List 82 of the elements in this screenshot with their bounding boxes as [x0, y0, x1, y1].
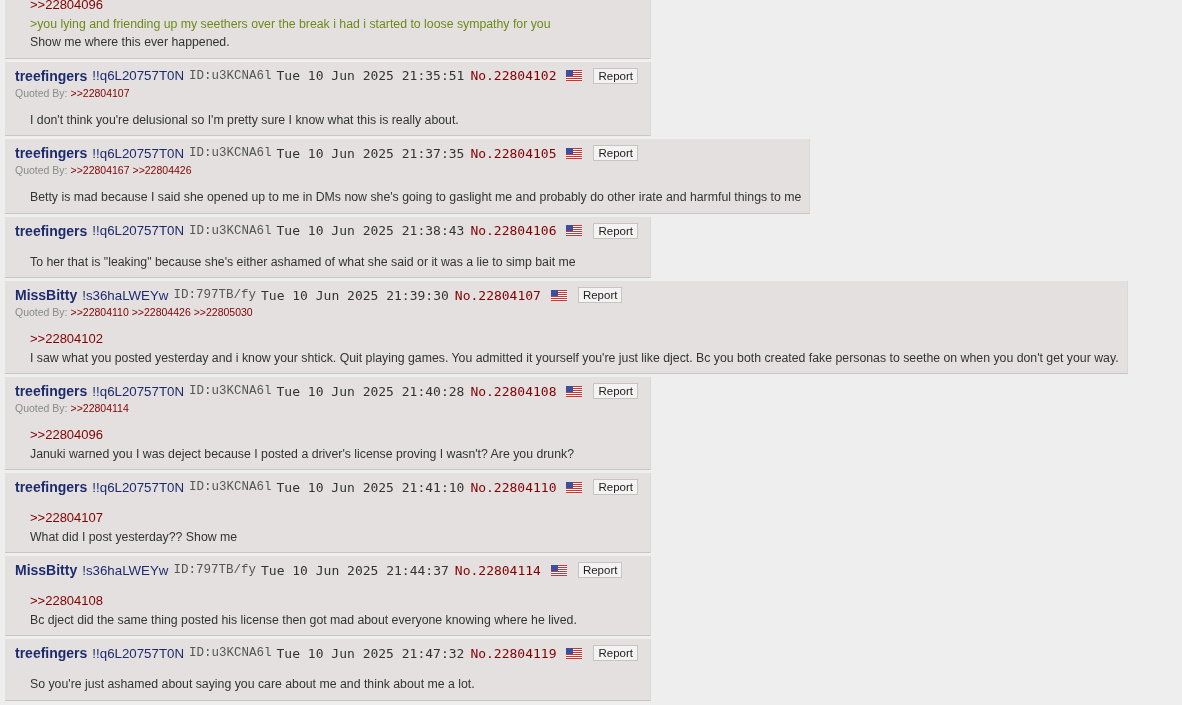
report-button[interactable]: Report: [593, 479, 638, 495]
quoted-by-label: Quoted By:: [15, 306, 68, 318]
post-text: What did I post yesterday?? Show me: [30, 528, 239, 546]
post-number-link[interactable]: No.22804106: [470, 223, 557, 238]
poster-id: ID:797TB/fy: [173, 563, 256, 577]
flag-icon: [566, 225, 583, 236]
poster-name: treefingers: [15, 383, 88, 399]
post-text: I don't think you're delusional so I'm pretty sure I know what this is really about.: [30, 111, 460, 129]
flag-icon: [550, 564, 567, 576]
post-date: Tue 10 Jun 2025 21:44:37: [261, 562, 449, 578]
poster-id: ID:u3KCNA6l: [189, 68, 272, 83]
flag-icon: [566, 147, 583, 159]
post-date: Tue 10 Jun 2025 21:39:30: [261, 287, 449, 303]
report-button[interactable]: Report: [593, 222, 638, 239]
poster-name: MissBitty: [15, 287, 78, 303]
backlink[interactable]: >>22804426: [131, 306, 191, 318]
tripcode: !!q6L20757T0N: [92, 145, 185, 161]
flag-icon: [550, 289, 567, 301]
post-number-link[interactable]: No.22804119: [470, 645, 557, 661]
post-number-link[interactable]: No.22804107: [454, 287, 541, 303]
report-button[interactable]: Report: [593, 145, 638, 161]
report-button[interactable]: Report: [593, 383, 638, 399]
quoted-by-label: Quoted By:: [15, 164, 68, 176]
post-text: So you're just ashamed about saying you care about me and think about me a lot.: [30, 676, 476, 693]
post-date: Tue 10 Jun 2025 21:37:35: [276, 145, 465, 161]
poster-name: MissBitty: [15, 562, 78, 578]
tripcode: !!q6L20757T0N: [92, 223, 185, 238]
report-button[interactable]: Report: [577, 287, 623, 303]
report-button[interactable]: Report: [577, 562, 623, 578]
poster-name: treefingers: [15, 67, 88, 84]
post-text: To her that is "leaking" because she's either ashamed of what she said or it was a lie to simp bait me: [30, 253, 577, 271]
flag-icon: [566, 385, 583, 397]
post-text: I saw what you posted yesterday and i know your shtick. Quit playing games. You admitted it yourself you're just like dject. Bc you both created fake personas to seethe on when you don't get your way.: [30, 349, 1119, 367]
poster-name: treefingers: [15, 479, 88, 495]
quote-link[interactable]: >>22804108: [30, 592, 642, 611]
post-number-link[interactable]: No.22804105: [470, 145, 557, 161]
report-button[interactable]: Report: [593, 645, 638, 661]
tripcode: !s36haLWEYw: [82, 287, 169, 303]
post-date: Tue 10 Jun 2025 21:35:51: [276, 68, 465, 83]
post-number-link[interactable]: No.22804108: [470, 383, 557, 399]
poster-id: ID:797TB/fy: [173, 288, 256, 302]
post-number-link[interactable]: No.22804114: [454, 562, 541, 578]
tripcode: !!q6L20757T0N: [92, 68, 185, 83]
poster-name: treefingers: [15, 145, 88, 161]
tripcode: !s36haLWEYw: [82, 562, 169, 578]
poster-name: treefingers: [15, 222, 88, 239]
post-date: Tue 10 Jun 2025 21:38:43: [276, 223, 465, 238]
quoted-by-label: Quoted By:: [15, 402, 68, 414]
poster-id: ID:u3KCNA6l: [189, 146, 272, 160]
poster-name: treefingers: [15, 645, 88, 661]
poster-id: ID:u3KCNA6l: [189, 223, 272, 238]
flag-icon: [566, 647, 583, 659]
backlink[interactable]: >>22804107: [70, 86, 130, 99]
tripcode: !!q6L20757T0N: [92, 645, 185, 661]
poster-id: ID:u3KCNA6l: [189, 480, 272, 494]
quoted-by-label: Quoted By:: [15, 86, 68, 99]
post-number-link[interactable]: No.22804110: [470, 479, 557, 495]
post-date: Tue 10 Jun 2025 21:41:10: [276, 479, 465, 495]
backlink[interactable]: >>22804167: [70, 164, 130, 176]
tripcode: !!q6L20757T0N: [92, 479, 185, 495]
greentext-line: >you lying and friending up my seethers over the break i had i started to loose sympathy for you: [30, 15, 552, 33]
quote-link[interactable]: >>22804096: [30, 426, 642, 445]
poster-id: ID:u3KCNA6l: [189, 384, 272, 398]
quote-link[interactable]: >>22804096: [30, 0, 642, 15]
post-number-link[interactable]: No.22804102: [470, 68, 557, 83]
report-button[interactable]: Report: [593, 67, 638, 84]
poster-id: ID:u3KCNA6l: [189, 646, 272, 660]
backlink[interactable]: >>22804426: [132, 164, 192, 176]
backlink[interactable]: >>22805030: [193, 306, 253, 318]
backlink[interactable]: >>22804110: [70, 306, 129, 318]
post-text: Januki warned you I was deject because I posted a driver's license proving I wasn't? Are you drunk?: [30, 445, 575, 463]
quote-link[interactable]: >>22804102: [30, 330, 1119, 349]
quote-link[interactable]: >>22804107: [30, 509, 642, 528]
post-text: Bc dject did the same thing posted his license then got mad about everyone knowing where he lived.: [30, 611, 578, 629]
flag-icon: [566, 70, 583, 81]
backlink[interactable]: >>22804114: [70, 402, 129, 414]
flag-icon: [566, 481, 583, 493]
post-text: Show me where this ever happened.: [30, 34, 231, 51]
post-date: Tue 10 Jun 2025 21:40:28: [276, 383, 465, 399]
post-text: Betty is mad because I said she opened up to me in DMs now she's going to gaslight me and probably do other irate and harmful things to me: [30, 189, 802, 206]
post-date: Tue 10 Jun 2025 21:47:32: [276, 645, 465, 661]
tripcode: !!q6L20757T0N: [92, 383, 185, 399]
